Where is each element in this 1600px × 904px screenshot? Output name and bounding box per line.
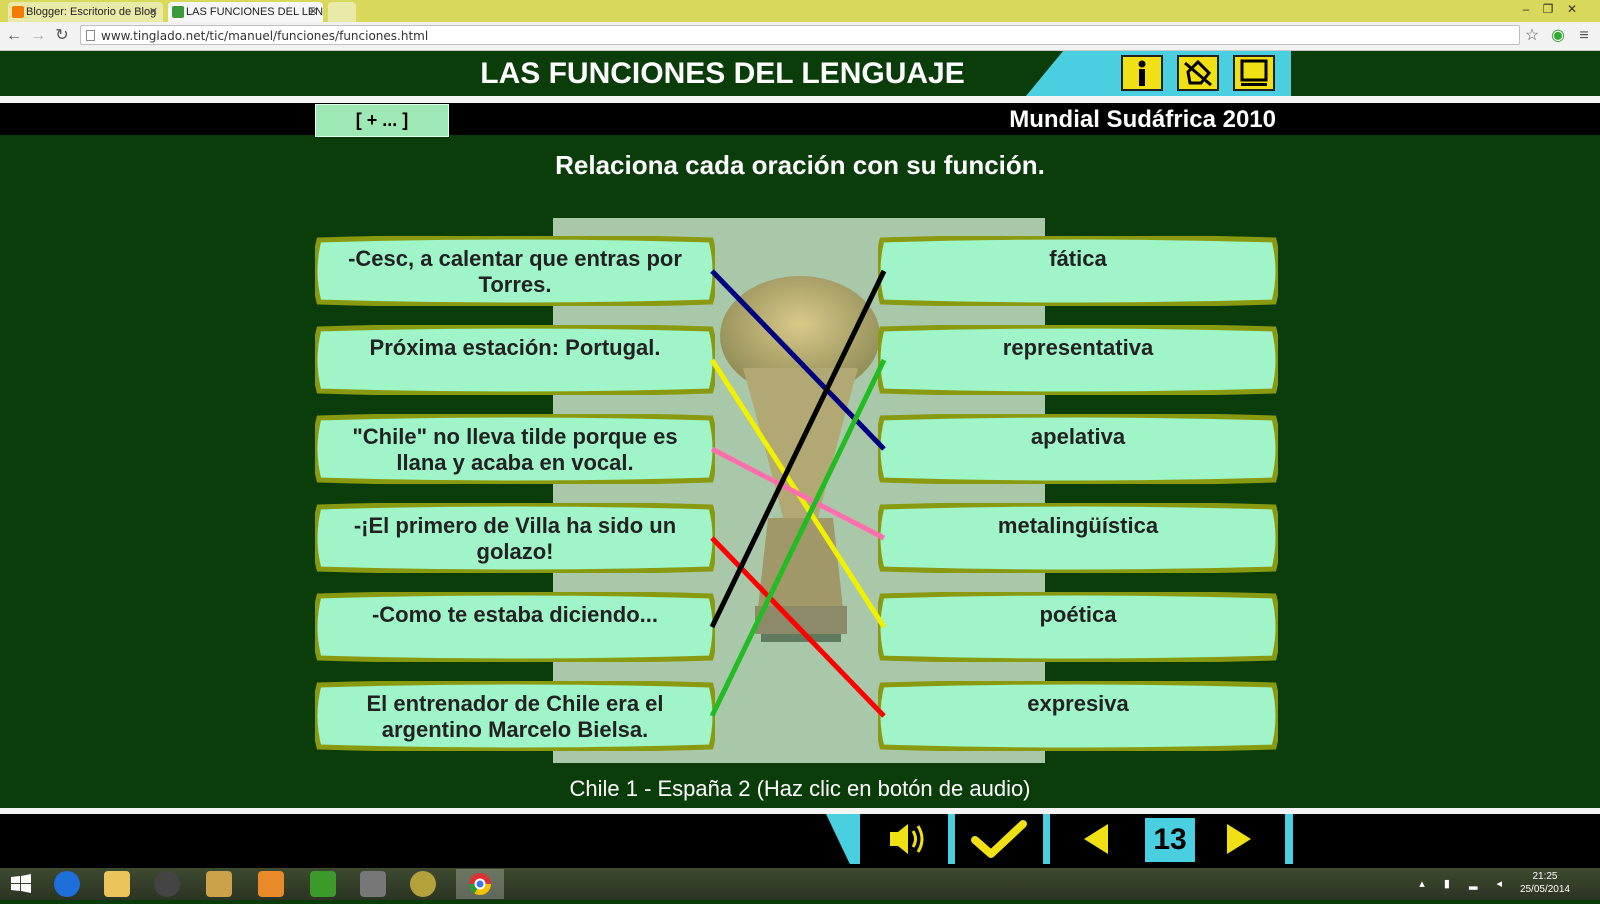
- close-tab-icon[interactable]: ✕: [309, 2, 318, 22]
- check-icon: [971, 820, 1027, 858]
- tray-icons[interactable]: ▴ ▮ ▂ ◂: [1419, 877, 1510, 890]
- sentence-card[interactable]: -¡El primero de Villa ha sido un golazo!: [315, 503, 715, 573]
- media-player-icon[interactable]: [154, 871, 180, 897]
- sentence-card[interactable]: "Chile" no lleva tilde porque es llana y…: [315, 414, 715, 484]
- subtitle-bar: [0, 103, 1600, 135]
- header-divider: [0, 96, 1600, 103]
- screen-icon: [1240, 59, 1268, 86]
- drag-icon: [1184, 59, 1212, 87]
- panel-accent: [1285, 814, 1293, 864]
- sentence-card[interactable]: -Cesc, a calentar que entras por Torres.: [315, 236, 715, 306]
- function-text: representativa: [1002, 335, 1154, 360]
- panel-separator: [1043, 814, 1050, 864]
- windows-start-icon[interactable]: [8, 871, 34, 897]
- blogger-icon: [12, 6, 24, 18]
- page-title: LAS FUNCIONES DEL LENGUAJE: [480, 57, 965, 90]
- info-icon: [1138, 60, 1146, 86]
- tinglado-icon: [172, 6, 184, 18]
- sentence-card[interactable]: -Como te estaba diciendo...: [315, 592, 715, 662]
- instruction-text: Relaciona cada oración con su función.: [555, 150, 1045, 180]
- app-icon[interactable]: [258, 871, 284, 897]
- app-icon[interactable]: [410, 871, 436, 897]
- minimize-icon[interactable]: –: [1514, 0, 1538, 18]
- file-explorer-icon[interactable]: [104, 871, 130, 897]
- bookmark-star-icon[interactable]: ☆: [1522, 26, 1542, 46]
- prev-button[interactable]: [1050, 814, 1142, 864]
- extension-icon[interactable]: ◉: [1548, 26, 1568, 46]
- menu-icon[interactable]: ≡: [1574, 26, 1594, 46]
- sentence-text: Próxima estación: Portugal.: [369, 335, 661, 360]
- sentence-text: -¡El primero de Villa ha sido un golazo!: [353, 513, 677, 564]
- function-card[interactable]: apelativa: [878, 414, 1278, 484]
- sentence-text: -Cesc, a calentar que entras por Torres.: [348, 246, 682, 297]
- browser-toolbar: ← → ↻ www.tinglado.net/tic/manuel/funcio…: [0, 22, 1600, 51]
- function-card[interactable]: representativa: [878, 325, 1278, 395]
- new-tab-button[interactable]: [328, 2, 356, 22]
- screen-button[interactable]: [1233, 55, 1275, 91]
- browser-tab-bar: Blogger: Escritorio de Blog ✕ LAS FUNCIO…: [0, 0, 1600, 22]
- bottom-bar: [0, 814, 1600, 868]
- app-header: LAS FUNCIONES DEL LENGUAJE: [0, 51, 1600, 96]
- page-icon: [86, 30, 95, 41]
- tab-funciones[interactable]: LAS FUNCIONES DEL LENGU ✕: [168, 2, 323, 22]
- chrome-icon: [469, 873, 491, 895]
- address-bar[interactable]: www.tinglado.net/tic/manuel/funciones/fu…: [80, 25, 1520, 45]
- page-number: 13: [1145, 818, 1195, 862]
- subtitle: Mundial Sudáfrica 2010: [1009, 106, 1276, 133]
- function-text: expresiva: [1027, 691, 1129, 716]
- close-window-icon[interactable]: ✕: [1560, 0, 1584, 18]
- check-button[interactable]: [955, 814, 1043, 864]
- function-card[interactable]: metalingüística: [878, 503, 1278, 573]
- function-card[interactable]: fática: [878, 236, 1278, 306]
- app-icon[interactable]: [360, 871, 386, 897]
- internet-explorer-icon[interactable]: [54, 871, 80, 897]
- tab-title: Blogger: Escritorio de Blog: [26, 6, 157, 18]
- app-icon[interactable]: [310, 871, 336, 897]
- reload-icon[interactable]: ↻: [52, 26, 72, 46]
- function-text: fática: [1049, 246, 1107, 271]
- more-button[interactable]: [ + ... ]: [315, 104, 449, 137]
- sentence-card[interactable]: El entrenador de Chile era el argentino …: [315, 681, 715, 751]
- back-icon[interactable]: ←: [4, 26, 24, 46]
- function-card[interactable]: expresiva: [878, 681, 1278, 751]
- sentence-card[interactable]: Próxima estación: Portugal.: [315, 325, 715, 395]
- audio-caption: Chile 1 - España 2 (Haz clic en botón de…: [569, 776, 1031, 801]
- clock-time: 21:25: [1532, 871, 1558, 882]
- function-text: metalingüística: [997, 513, 1159, 538]
- drag-button[interactable]: [1177, 55, 1219, 91]
- taskbar-clock[interactable]: 21:25 25/05/2014: [1520, 870, 1570, 896]
- function-card[interactable]: poética: [878, 592, 1278, 662]
- app-icon[interactable]: [206, 871, 232, 897]
- next-arrow-icon: [1227, 824, 1251, 854]
- panel-separator: [948, 814, 955, 864]
- tab-blogger[interactable]: Blogger: Escritorio de Blog ✕: [8, 2, 163, 22]
- panel-accent: [826, 814, 860, 864]
- windows-taskbar: ▴ ▮ ▂ ◂ 21:25 25/05/2014: [0, 868, 1600, 900]
- tab-title: LAS FUNCIONES DEL LENGU: [186, 6, 323, 18]
- audio-icon: [890, 824, 924, 854]
- chrome-taskbar-button[interactable]: [456, 869, 504, 899]
- info-button[interactable]: [1121, 55, 1163, 91]
- sentence-text: -Como te estaba diciendo...: [371, 602, 659, 627]
- next-button[interactable]: [1197, 814, 1285, 864]
- function-text: poética: [1039, 602, 1117, 627]
- forward-icon[interactable]: →: [28, 26, 48, 46]
- audio-button[interactable]: [860, 814, 948, 864]
- prev-arrow-icon: [1084, 824, 1108, 854]
- clock-date: 25/05/2014: [1519, 884, 1570, 895]
- restore-icon[interactable]: ❐: [1536, 0, 1560, 18]
- sentence-text: El entrenador de Chile era el argentino …: [366, 691, 664, 742]
- close-tab-icon[interactable]: ✕: [149, 2, 158, 22]
- sentence-text: "Chile" no lleva tilde porque es llana y…: [352, 424, 678, 475]
- url-text: www.tinglado.net/tic/manuel/funciones/fu…: [101, 29, 429, 43]
- navigation-panel: [826, 814, 1293, 864]
- function-text: apelativa: [1030, 424, 1126, 449]
